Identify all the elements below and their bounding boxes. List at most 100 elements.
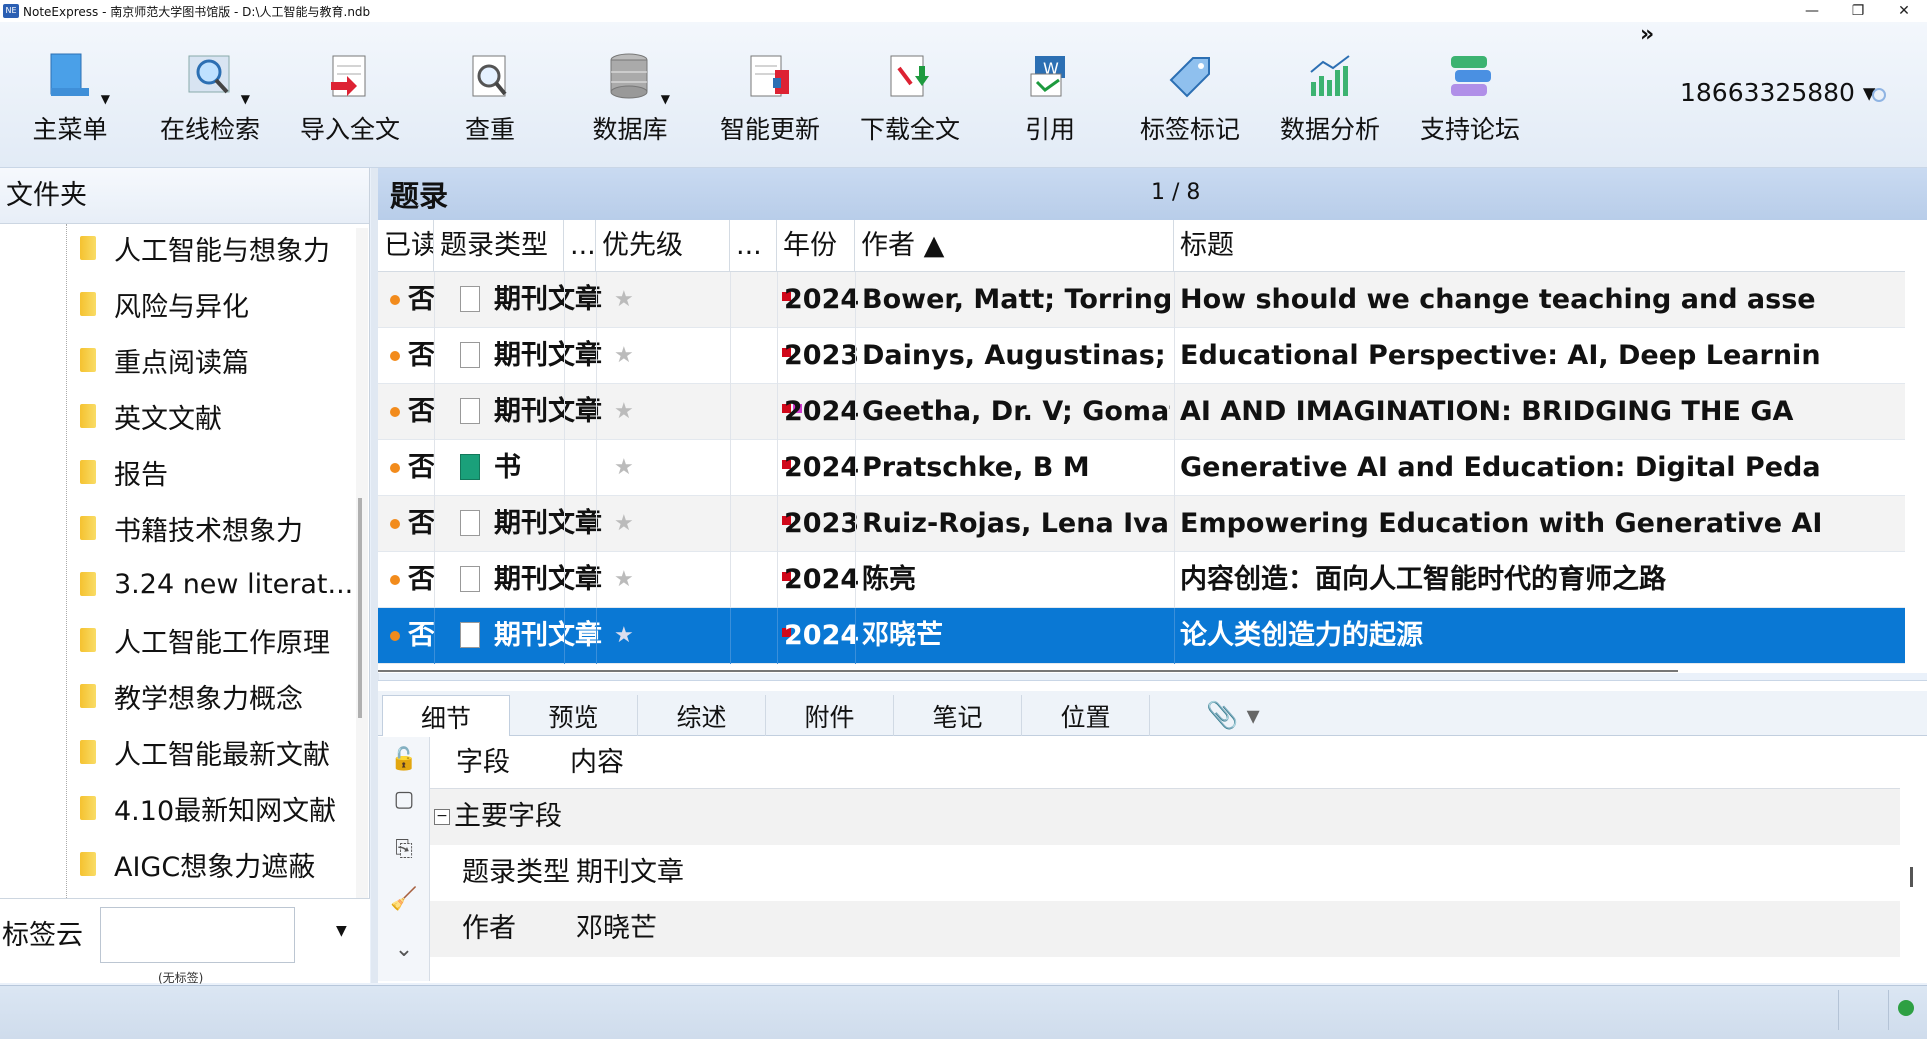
column-divider [434,328,435,384]
column-type[interactable]: 题录类型 [434,220,564,272]
minimize-button[interactable]: — [1789,0,1835,22]
tag-button[interactable]: 标签标记 [1130,52,1250,152]
toolbar-label: 智能更新 [719,115,820,144]
column-divider [596,328,597,384]
user-account-menu[interactable]: 18663325880 ▾ [1680,78,1875,107]
star-icon[interactable]: ★ [614,384,634,440]
overflow-chevron-icon[interactable]: » [1640,22,1654,47]
folder-item[interactable]: 重点阅读篇 [80,332,249,388]
tab-attachments[interactable]: 附件 [766,695,894,736]
page-indicator: 1 / 8 [1151,180,1201,205]
record-row[interactable]: 否 期刊文章 ★ 2024 邓晓芒 论人类创造力的起源 [378,608,1905,664]
window-icon[interactable]: ▢ [390,787,418,815]
chevron-down-icon[interactable]: ▼ [336,923,347,939]
import-fulltext-button[interactable]: 导入全文 [290,52,410,152]
copy-icon[interactable]: ⎘ [390,837,418,865]
tab-notes[interactable]: 笔记 [894,695,1022,736]
chevron-down-icon[interactable]: ▼ [101,92,110,106]
folder-item[interactable]: 4.10最新知网文献 [80,780,336,836]
column-divider [1174,384,1175,440]
folder-item[interactable]: 风险与异化 [80,276,249,332]
star-icon[interactable]: ★ [614,496,634,552]
column-divider [855,496,856,552]
field-row[interactable]: 题录类型 期刊文章 [430,845,1900,901]
author-cell: Geetha, Dr. V; Gomathy, Dr. [862,396,1170,427]
chevron-down-icon[interactable]: ▼ [241,92,250,106]
star-icon[interactable]: ★ [614,440,634,496]
folder-icon [80,796,96,820]
tab-details[interactable]: 细节 [382,695,510,736]
online-search-icon [185,52,235,102]
field-value[interactable]: 邓晓芒 [576,901,657,957]
tag-cloud-box[interactable] [100,907,295,963]
download-fulltext-button[interactable]: 下载全文 [850,52,970,152]
folder-item[interactable]: 人工智能工作原理 [80,612,330,668]
record-row[interactable]: 否 期刊文章 ★ 2024Geetha, Dr. V; Gomathy, Dr. AI … [378,384,1905,440]
column-author[interactable]: 作者 ▲ [855,220,1174,272]
cite-button[interactable]: W 引用 [990,52,1110,152]
folder-item[interactable]: 3.24 new literat... [80,556,353,612]
tab-summary[interactable]: 综述 [638,695,766,736]
read-cell: 否 [408,284,435,315]
folder-item[interactable]: 人工智能与想象力 [80,220,330,276]
field-row[interactable]: 作者 邓晓芒 [430,901,1900,957]
forum-button[interactable]: 支持论坛 [1410,52,1530,152]
detail-grid-header: 字段 内容 [430,737,1900,789]
record-row[interactable]: 否 期刊文章 ★ 2023Ruiz-Rojas, Lena Ivannova; Empo… [378,496,1905,552]
column-title[interactable]: 标题 [1174,220,1905,272]
close-button[interactable]: ✕ [1881,0,1927,22]
folder-item[interactable]: 报告 [80,444,168,500]
records-hscrollbar[interactable] [378,670,1905,673]
brush-icon[interactable]: 🧹 [390,887,418,915]
column-read[interactable]: 已读 [378,220,434,272]
scrollbar-thumb[interactable] [378,670,1678,672]
folder-item[interactable]: 英文文献 [80,388,222,444]
column-priority[interactable]: 优先级 [596,220,730,272]
smart-update-button[interactable]: 智能更新 [710,52,830,152]
folder-item[interactable]: 人工智能最新文献 [80,724,330,780]
star-icon[interactable]: ★ [614,608,634,664]
analysis-button[interactable]: 数据分析 [1270,52,1390,152]
folder-item[interactable]: 书籍技术想象力 [80,500,303,556]
chevron-down-icon[interactable]: ⌄ [390,937,418,965]
scrollbar-thumb[interactable] [1910,867,1913,887]
star-icon[interactable]: ★ [614,272,634,328]
column-more-1[interactable]: ... [564,220,596,272]
tab-preview[interactable]: 预览 [510,695,638,736]
column-year[interactable]: 年份 [777,220,855,272]
column-divider [730,440,731,496]
paperclip-icon[interactable]: 📎 ▾ [1206,701,1260,731]
record-row[interactable]: 否 书 ★ 2024 Pratschke, B M Generative AI and E… [378,440,1905,496]
record-row[interactable]: 否 期刊文章 ★ 2024Bower, Matt; Torrington, Jo How… [378,272,1905,328]
column-more-2[interactable]: ... [730,220,777,272]
record-row[interactable]: 否 期刊文章 ★ 2024 陈亮 内容创造：面向人工智能时代的育师之路 [378,552,1905,608]
database-button[interactable]: ▼ 数据库 [570,52,690,152]
document-icon [460,566,480,592]
title-cell: Generative AI and Education: Digital Ped… [1180,452,1821,483]
tab-location[interactable]: 位置 [1022,695,1150,736]
star-icon[interactable]: ★ [614,328,634,384]
collapse-icon[interactable]: − [434,809,450,825]
field-group-row[interactable]: − 主要字段 [430,789,1900,845]
lock-icon[interactable]: 🔓 [390,747,418,775]
column-divider [777,384,778,440]
app-logo-icon: NE [3,4,19,18]
dedupe-button[interactable]: 查重 [430,52,550,152]
records-scrollbar[interactable] [1905,272,1927,672]
type-cell: 期刊文章 [494,340,602,371]
online-search-button[interactable]: ▼ 在线检索 [150,52,270,152]
chevron-down-icon[interactable]: ▼ [661,92,670,106]
scrollbar-thumb[interactable] [358,498,362,718]
column-divider [730,328,731,384]
record-row[interactable]: 否 期刊文章 ★ 2023Dainys, Augustinas; Jašina.. Ed… [378,328,1905,384]
folder-item[interactable]: AIGC想象力遮蔽 [80,836,315,892]
main-menu-button[interactable]: ▼ 主菜单 [10,52,130,152]
star-icon[interactable]: ★ [614,552,634,608]
folder-scrollbar[interactable] [356,228,368,908]
maximize-button[interactable]: ❐ [1835,0,1881,22]
folder-item[interactable]: 教学想象力概念 [80,668,303,724]
user-icon[interactable] [1872,88,1886,102]
column-divider [596,440,597,496]
field-value[interactable]: 期刊文章 [576,845,684,901]
detail-scrollbar[interactable] [1900,737,1924,977]
